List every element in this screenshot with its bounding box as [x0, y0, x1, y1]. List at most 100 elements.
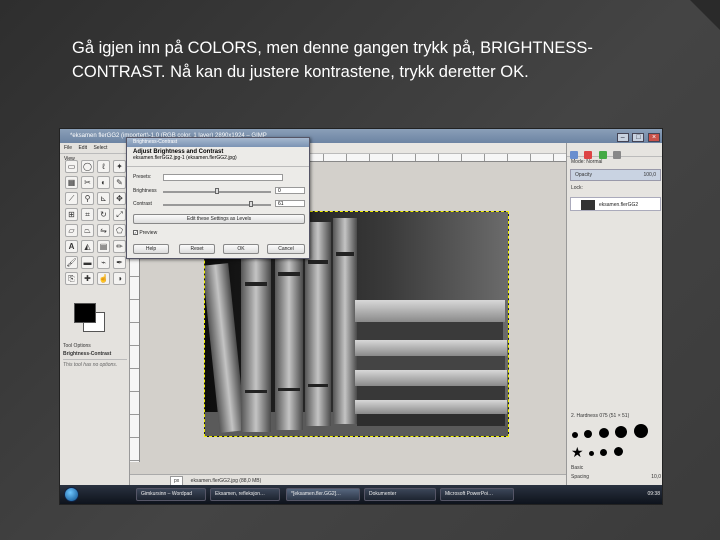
maximize-button[interactable]: □ [632, 133, 645, 142]
brush-grid[interactable]: ★ [571, 423, 661, 461]
rotate-tool-icon[interactable]: ↻ [97, 208, 110, 221]
brightness-value[interactable]: 0 [275, 187, 305, 194]
brightness-slider[interactable] [163, 188, 271, 194]
blend-tool-icon[interactable]: ▤ [97, 240, 110, 253]
paintbrush-tool-icon[interactable]: 🖌 [65, 256, 78, 269]
brush-header: 2. Hardness 075 (51 × 51) [571, 413, 630, 419]
brush-icon[interactable] [589, 451, 595, 456]
airbrush-tool-icon[interactable]: ⌁ [97, 256, 110, 269]
contrast-slider-handle[interactable] [249, 201, 253, 207]
reset-button[interactable]: Reset [179, 244, 215, 254]
dialog-titlebar: Brightness-Contrast [127, 138, 309, 147]
star-brush-icon[interactable]: ★ [571, 444, 584, 460]
system-clock[interactable]: 09:38 [647, 488, 660, 501]
menu-edit[interactable]: Edit [78, 145, 87, 151]
brush-icon[interactable] [633, 424, 648, 438]
measure-tool-icon[interactable]: ⊾ [97, 192, 110, 205]
smudge-tool-icon[interactable]: ☝ [97, 272, 110, 285]
toolbox-panel: File Edit Select View ▭ ◯ ℓ ✦ ▦ ✂ ◐ ✎ ⟋ … [60, 143, 130, 487]
taskbar-item[interactable]: Eksamen, refleksjon… [210, 488, 280, 501]
taskbar-item[interactable]: Dokumenter [364, 488, 436, 501]
brush-icon[interactable] [600, 449, 608, 456]
paths-tool-icon[interactable]: ✎ [113, 176, 126, 189]
status-text: eksamen.flerGG2.jpg (88,0 MB) [190, 478, 262, 484]
heal-tool-icon[interactable]: ✚ [81, 272, 94, 285]
perspective-tool-icon[interactable]: ⏢ [81, 224, 94, 237]
tool-grid: ▭ ◯ ℓ ✦ ▦ ✂ ◐ ✎ ⟋ ⚲ ⊾ ✥ ⊞ ⌗ ↻ ⤢ ▱ ⏢ ⇋ ⬠ … [60, 154, 129, 291]
free-select-tool-icon[interactable]: ℓ [97, 160, 110, 173]
opacity-row[interactable]: Opacity 100,0 [570, 169, 661, 181]
fuzzy-select-tool-icon[interactable]: ✦ [113, 160, 126, 173]
edit-as-levels-button[interactable]: Edit these Settings as Levels [133, 214, 305, 224]
toolbox-menubar: File Edit Select View [60, 143, 129, 162]
undo-tab-icon[interactable] [613, 151, 622, 159]
channels-tab-icon[interactable] [584, 151, 593, 159]
ink-tool-icon[interactable]: ✒ [113, 256, 126, 269]
brush-icon[interactable] [613, 447, 623, 456]
contrast-slider[interactable] [163, 201, 271, 207]
dodge-burn-tool-icon[interactable]: ◑ [113, 272, 126, 285]
presets-dropdown[interactable] [163, 174, 283, 181]
ok-button[interactable]: OK [223, 244, 259, 254]
spacing-row: Spacing 10,0 [567, 474, 661, 480]
contrast-label: Contrast [133, 201, 152, 207]
move-tool-icon[interactable]: ✥ [113, 192, 126, 205]
color-swatches[interactable] [74, 303, 114, 337]
ellipse-select-tool-icon[interactable]: ◯ [81, 160, 94, 173]
clone-tool-icon[interactable]: ⎘ [65, 272, 78, 285]
brush-set-label[interactable]: Basic [567, 465, 583, 471]
text-tool-icon[interactable]: A [65, 240, 78, 253]
zoom-tool-icon[interactable]: ⚲ [81, 192, 94, 205]
scissors-tool-icon[interactable]: ✂ [81, 176, 94, 189]
cancel-button[interactable]: Cancel [267, 244, 305, 254]
layer-thumbnail [581, 200, 595, 210]
align-tool-icon[interactable]: ⊞ [65, 208, 78, 221]
layer-row[interactable]: eksamen.flerGG2 [570, 197, 661, 211]
presets-label: Presets: [133, 174, 152, 180]
slide-caption: Gå igjen inn på COLORS, men denne gangen… [72, 36, 662, 84]
scale-tool-icon[interactable]: ⤢ [113, 208, 126, 221]
contrast-value[interactable]: 61 [275, 200, 305, 207]
color-select-tool-icon[interactable]: ▦ [65, 176, 78, 189]
brush-icon[interactable] [598, 428, 609, 438]
foreground-select-tool-icon[interactable]: ◐ [97, 176, 110, 189]
close-button[interactable]: × [648, 133, 660, 142]
menu-file[interactable]: File [64, 145, 72, 151]
brightness-slider-handle[interactable] [215, 188, 219, 194]
taskbar-item-active[interactable]: *[eksamen.fler.GG2]… [286, 488, 360, 501]
opacity-value[interactable]: 100,0 [643, 172, 656, 178]
caption-line-2: CONTRAST. Nå kan du justere kontrastene,… [72, 63, 529, 81]
brush-icon[interactable] [615, 426, 628, 438]
minimize-button[interactable]: – [616, 133, 629, 142]
flip-tool-icon[interactable]: ⇋ [97, 224, 110, 237]
shear-tool-icon[interactable]: ▱ [65, 224, 78, 237]
paths-tab-icon[interactable] [598, 151, 607, 159]
tool-options-panel: Tool Options Brightness-Contrast This to… [63, 343, 127, 370]
tool-options-name: Brightness-Contrast [63, 349, 127, 360]
gimp-screenshot: *eksamen flerGG2 (importert)-1.0 (RGB co… [59, 128, 663, 505]
caption-line-1: Gå igjen inn på COLORS, men denne gangen… [72, 39, 593, 57]
foreground-color-swatch[interactable] [74, 303, 96, 323]
menu-select[interactable]: Select [93, 145, 107, 151]
spacing-value[interactable]: 10,0 [651, 474, 661, 480]
color-picker-tool-icon[interactable]: ⟋ [65, 192, 78, 205]
pencil-tool-icon[interactable]: ✏ [113, 240, 126, 253]
preview-checkbox[interactable]: ✓ [133, 230, 138, 235]
help-button[interactable]: Help [133, 244, 169, 254]
brush-icon[interactable] [572, 432, 578, 438]
opacity-label: Opacity [575, 172, 592, 178]
eraser-tool-icon[interactable]: ▬ [81, 256, 94, 269]
brush-icon[interactable] [584, 430, 593, 438]
bucket-fill-tool-icon[interactable]: ◭ [81, 240, 94, 253]
taskbar-item[interactable]: Gimkursinn – Wordpad [136, 488, 206, 501]
dialog-header: Adjust Brightness and Contrast eksamen.f… [127, 147, 309, 167]
cage-tool-icon[interactable]: ⬠ [113, 224, 126, 237]
layers-tab-icon[interactable] [570, 151, 578, 159]
preview-row: ✓ Preview [133, 230, 157, 236]
dialog-subheading: eksamen.flerGG2.jpg-1 (eksamen.flerGG2.j… [133, 155, 237, 161]
lock-label: Lock: [571, 185, 583, 191]
taskbar-item[interactable]: Microsoft PowerPoi… [440, 488, 514, 501]
start-button[interactable] [64, 487, 79, 502]
crop-tool-icon[interactable]: ⌗ [81, 208, 94, 221]
rect-select-tool-icon[interactable]: ▭ [65, 160, 78, 173]
